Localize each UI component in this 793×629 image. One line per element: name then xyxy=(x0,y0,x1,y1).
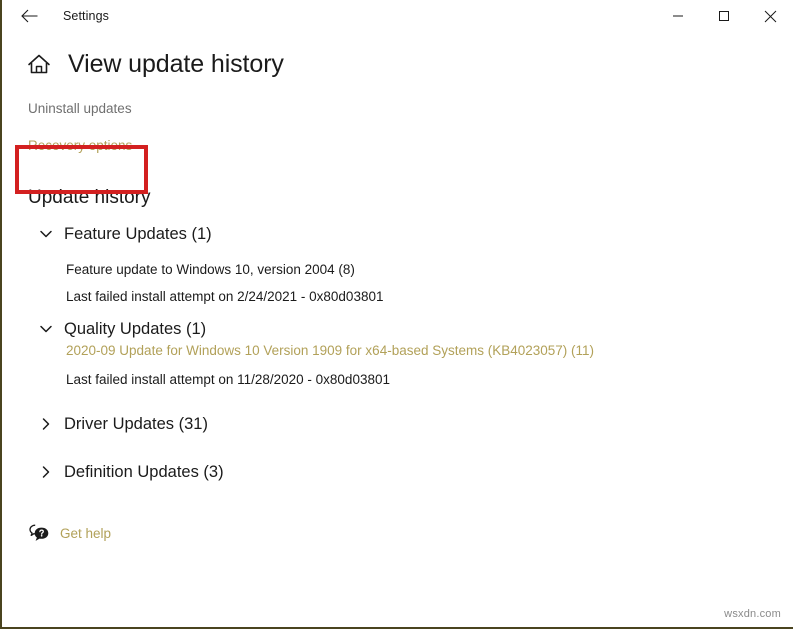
update-history-heading: Update history xyxy=(28,187,151,208)
group-label: Feature Updates (1) xyxy=(64,224,212,243)
group-header-driver-updates[interactable]: Driver Updates (31) xyxy=(2,411,793,437)
back-button[interactable] xyxy=(8,1,50,31)
get-help-label: Get help xyxy=(60,525,112,541)
get-help-link[interactable]: Get help xyxy=(2,521,793,545)
group-items-quality-updates: 2020-09 Update for Windows 10 Version 19… xyxy=(2,342,793,387)
page-header: View update history xyxy=(2,49,793,79)
group-header-definition-updates[interactable]: Definition Updates (3) xyxy=(2,459,793,485)
update-item-status: Last failed install attempt on 2/24/2021… xyxy=(66,289,384,304)
chevron-down-icon xyxy=(36,224,56,244)
update-item-link[interactable]: 2020-09 Update for Windows 10 Version 19… xyxy=(66,343,594,358)
back-arrow-icon xyxy=(20,9,38,23)
chevron-down-icon xyxy=(36,319,56,339)
help-chat-bubble-icon xyxy=(26,521,52,545)
maximize-button[interactable] xyxy=(701,0,747,32)
close-icon xyxy=(764,10,777,23)
recovery-options-link[interactable]: Recovery options xyxy=(28,138,132,153)
chevron-right-icon xyxy=(36,462,56,482)
update-item-status: Last failed install attempt on 11/28/202… xyxy=(66,372,390,387)
group-header-quality-updates[interactable]: Quality Updates (1) xyxy=(2,316,793,342)
recovery-options-row: Recovery options xyxy=(2,118,793,155)
group-items-feature-updates: Feature update to Windows 10, version 20… xyxy=(2,262,793,304)
group-definition-updates: Definition Updates (3) xyxy=(2,459,793,485)
group-label: Driver Updates (31) xyxy=(64,414,208,433)
group-feature-updates: Feature Updates (1) Feature update to Wi… xyxy=(2,221,793,304)
window-controls xyxy=(655,0,793,32)
close-button[interactable] xyxy=(747,0,793,32)
page-content: View update history Uninstall updates Re… xyxy=(2,49,793,545)
title-bar: Settings xyxy=(2,0,793,32)
group-driver-updates: Driver Updates (31) xyxy=(2,411,793,437)
uninstall-updates-link[interactable]: Uninstall updates xyxy=(28,101,132,116)
group-quality-updates: Quality Updates (1) 2020-09 Update for W… xyxy=(2,316,793,387)
settings-window: Settings View update history Uninstall u… xyxy=(0,0,793,629)
group-label: Definition Updates (3) xyxy=(64,462,224,481)
group-header-feature-updates[interactable]: Feature Updates (1) xyxy=(2,221,793,247)
page-title: View update history xyxy=(68,49,284,78)
uninstall-updates-row: Uninstall updates xyxy=(2,79,793,118)
minimize-button[interactable] xyxy=(655,0,701,32)
maximize-icon xyxy=(718,10,730,22)
watermark: wsxdn.com xyxy=(724,608,781,620)
update-item-name: Feature update to Windows 10, version 20… xyxy=(66,262,355,277)
home-icon[interactable] xyxy=(24,49,54,79)
minimize-icon xyxy=(672,10,684,22)
chevron-right-icon xyxy=(36,414,56,434)
group-label: Quality Updates (1) xyxy=(64,319,207,338)
app-title: Settings xyxy=(63,9,109,23)
